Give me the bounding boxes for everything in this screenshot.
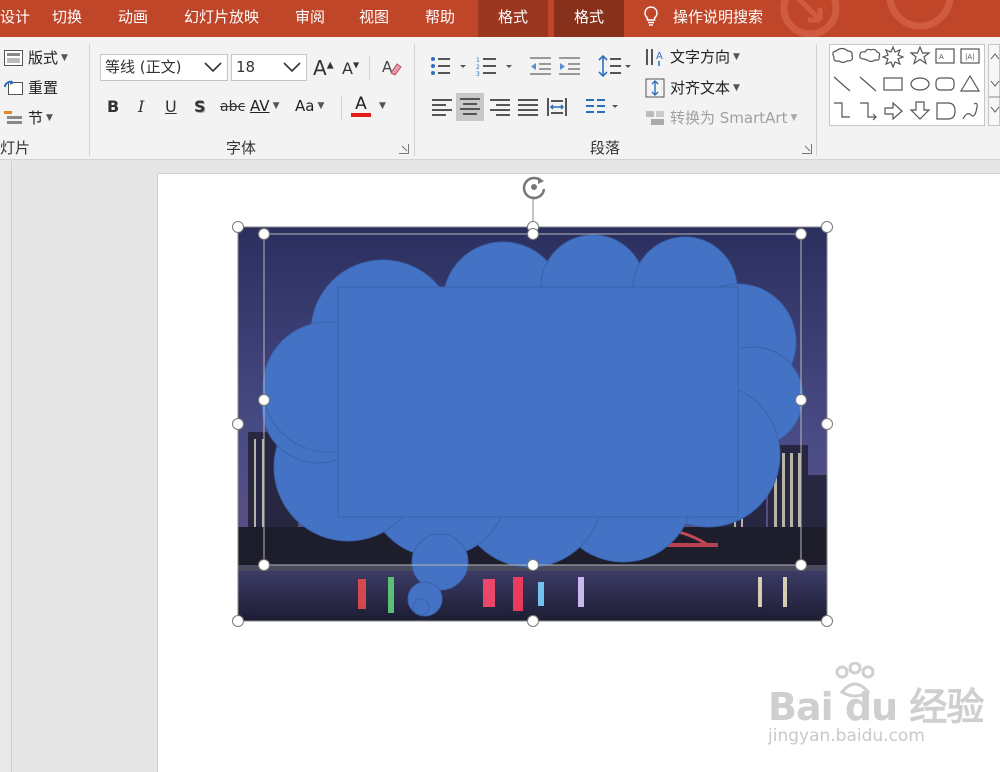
picture-resize-handle-w[interactable]: [232, 418, 244, 430]
picture-resize-handle-se[interactable]: [821, 615, 833, 627]
baidu-jingyan-watermark: Bai du 经验 jingyan.baidu.com: [768, 662, 984, 746]
rotate-icon: [522, 176, 546, 200]
picture-resize-handle-nw[interactable]: [232, 221, 244, 233]
shape-resize-handle-ne[interactable]: [795, 228, 807, 240]
shape-resize-handle-nw[interactable]: [258, 228, 270, 240]
shape-resize-handle-se[interactable]: [795, 559, 807, 571]
picture-resize-handle-e[interactable]: [821, 418, 833, 430]
shape-resize-handle-e[interactable]: [795, 394, 807, 406]
rotate-handle[interactable]: [520, 173, 548, 201]
picture-resize-handle-s[interactable]: [527, 615, 539, 627]
watermark-sub: jingyan.baidu.com: [768, 726, 925, 746]
shape-resize-handle-s[interactable]: [527, 559, 539, 571]
picture-resize-handle-sw[interactable]: [232, 615, 244, 627]
shape-resize-handle-w[interactable]: [258, 394, 270, 406]
paw-logo-icon: [835, 662, 875, 698]
picture-resize-handle-ne[interactable]: [821, 221, 833, 233]
shape-resize-handle-n[interactable]: [527, 228, 539, 240]
shape-resize-handle-sw[interactable]: [258, 559, 270, 571]
selection-overlay: [237, 196, 828, 622]
